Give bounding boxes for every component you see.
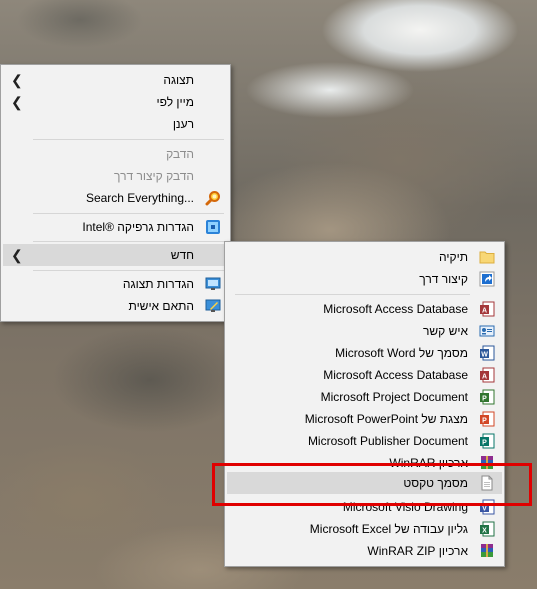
chevron-left-icon: ❮ [11,94,23,110]
submenu-item-project-document[interactable]: P Microsoft Project Document [227,386,502,408]
svg-text:X: X [482,528,487,535]
submenu-separator [235,294,470,295]
menu-item-label: Search Everything... [85,191,194,205]
submenu-item-label: Microsoft Access Database [323,302,468,316]
project-icon: P [479,389,495,405]
menu-item-label: חדש [170,248,194,262]
submenu-item-label: ארכיון WinRAR ZIP [367,544,468,558]
contact-icon [479,323,495,339]
new-submenu: תיקיה קיצור דרך A Microsoft Access Datab… [224,241,505,567]
submenu-item-label: Microsoft Publisher Document [307,434,468,448]
display-settings-icon [205,276,221,292]
word-icon: W [479,345,495,361]
svg-text:A: A [482,374,487,381]
submenu-item-label: מסמך של Microsoft Word [335,346,468,360]
folder-icon [479,249,495,265]
svg-text:A: A [482,308,487,315]
submenu-item-label: מצגת של Microsoft PowerPoint [304,412,468,426]
svg-text:P: P [482,440,487,447]
svg-text:V: V [482,506,487,513]
submenu-item-shortcut[interactable]: קיצור דרך [227,268,502,290]
menu-separator [33,270,224,271]
menu-item-label: רענן [172,117,194,131]
menu-separator [33,213,224,214]
powerpoint-icon: P [479,411,495,427]
menu-item-paste-shortcut[interactable]: הדבק קיצור דרך [3,165,228,187]
submenu-item-label: Microsoft Project Document [320,390,468,404]
submenu-item-label: תיקיה [439,250,468,264]
menu-item-view[interactable]: ❮ תצוגה [3,69,228,91]
desktop-context-menu: ❮ תצוגה ❮ מיין לפי רענן הדבק הדבק קיצור … [0,64,231,322]
svg-text:P: P [482,396,487,403]
menu-item-new[interactable]: ❮ חדש [3,244,228,266]
submenu-item-access-database[interactable]: A Microsoft Access Database [227,298,502,320]
winrar-zip-icon [479,543,495,559]
submenu-item-word-document[interactable]: W מסמך של Microsoft Word [227,342,502,364]
svg-text:P: P [482,418,487,425]
menu-item-label: הדבק קיצור דרך [114,169,194,183]
menu-separator [33,139,224,140]
menu-item-label: התאם אישית [128,299,194,313]
access-icon: A [479,367,495,383]
submenu-item-label: איש קשר [423,324,468,338]
excel-icon: X [479,521,495,537]
submenu-item-powerpoint-presentation[interactable]: P מצגת של Microsoft PowerPoint [227,408,502,430]
submenu-item-winrar-zip[interactable]: ארכיון WinRAR ZIP [227,540,502,562]
chevron-left-icon: ❮ [11,72,23,88]
svg-text:W: W [481,352,488,359]
submenu-item-excel-worksheet[interactable]: X גליון עבודה של Microsoft Excel [227,518,502,540]
access-icon: A [479,301,495,317]
menu-item-intel-graphics[interactable]: הגדרות גרפיקה ®Intel [3,216,228,238]
chevron-left-icon: ❮ [11,247,23,263]
highlight-box [212,463,532,506]
intel-graphics-icon [205,219,221,235]
publisher-icon: P [479,433,495,449]
menu-item-label: הגדרות תצוגה [122,277,194,291]
search-everything-icon [205,190,221,206]
shortcut-icon [479,271,495,287]
menu-item-display-settings[interactable]: הגדרות תצוגה [3,273,228,295]
menu-item-sort-by[interactable]: ❮ מיין לפי [3,91,228,113]
menu-item-label: הגדרות גרפיקה ®Intel [82,220,194,234]
submenu-item-access-database-2[interactable]: A Microsoft Access Database [227,364,502,386]
submenu-item-label: Microsoft Access Database [323,368,468,382]
submenu-item-label: גליון עבודה של Microsoft Excel [309,522,468,536]
menu-item-label: תצוגה [163,73,194,87]
menu-item-personalize[interactable]: התאם אישית [3,295,228,317]
submenu-item-publisher-document[interactable]: P Microsoft Publisher Document [227,430,502,452]
menu-item-search-everything[interactable]: Search Everything... [3,187,228,209]
menu-item-paste[interactable]: הדבק [3,143,228,165]
submenu-item-folder[interactable]: תיקיה [227,246,502,268]
menu-separator [33,241,224,242]
submenu-item-contact[interactable]: איש קשר [227,320,502,342]
personalize-icon [205,298,221,314]
submenu-item-label: קיצור דרך [419,272,468,286]
menu-item-label: מיין לפי [156,95,194,109]
menu-item-label: הדבק [166,147,194,161]
menu-item-refresh[interactable]: רענן [3,113,228,135]
